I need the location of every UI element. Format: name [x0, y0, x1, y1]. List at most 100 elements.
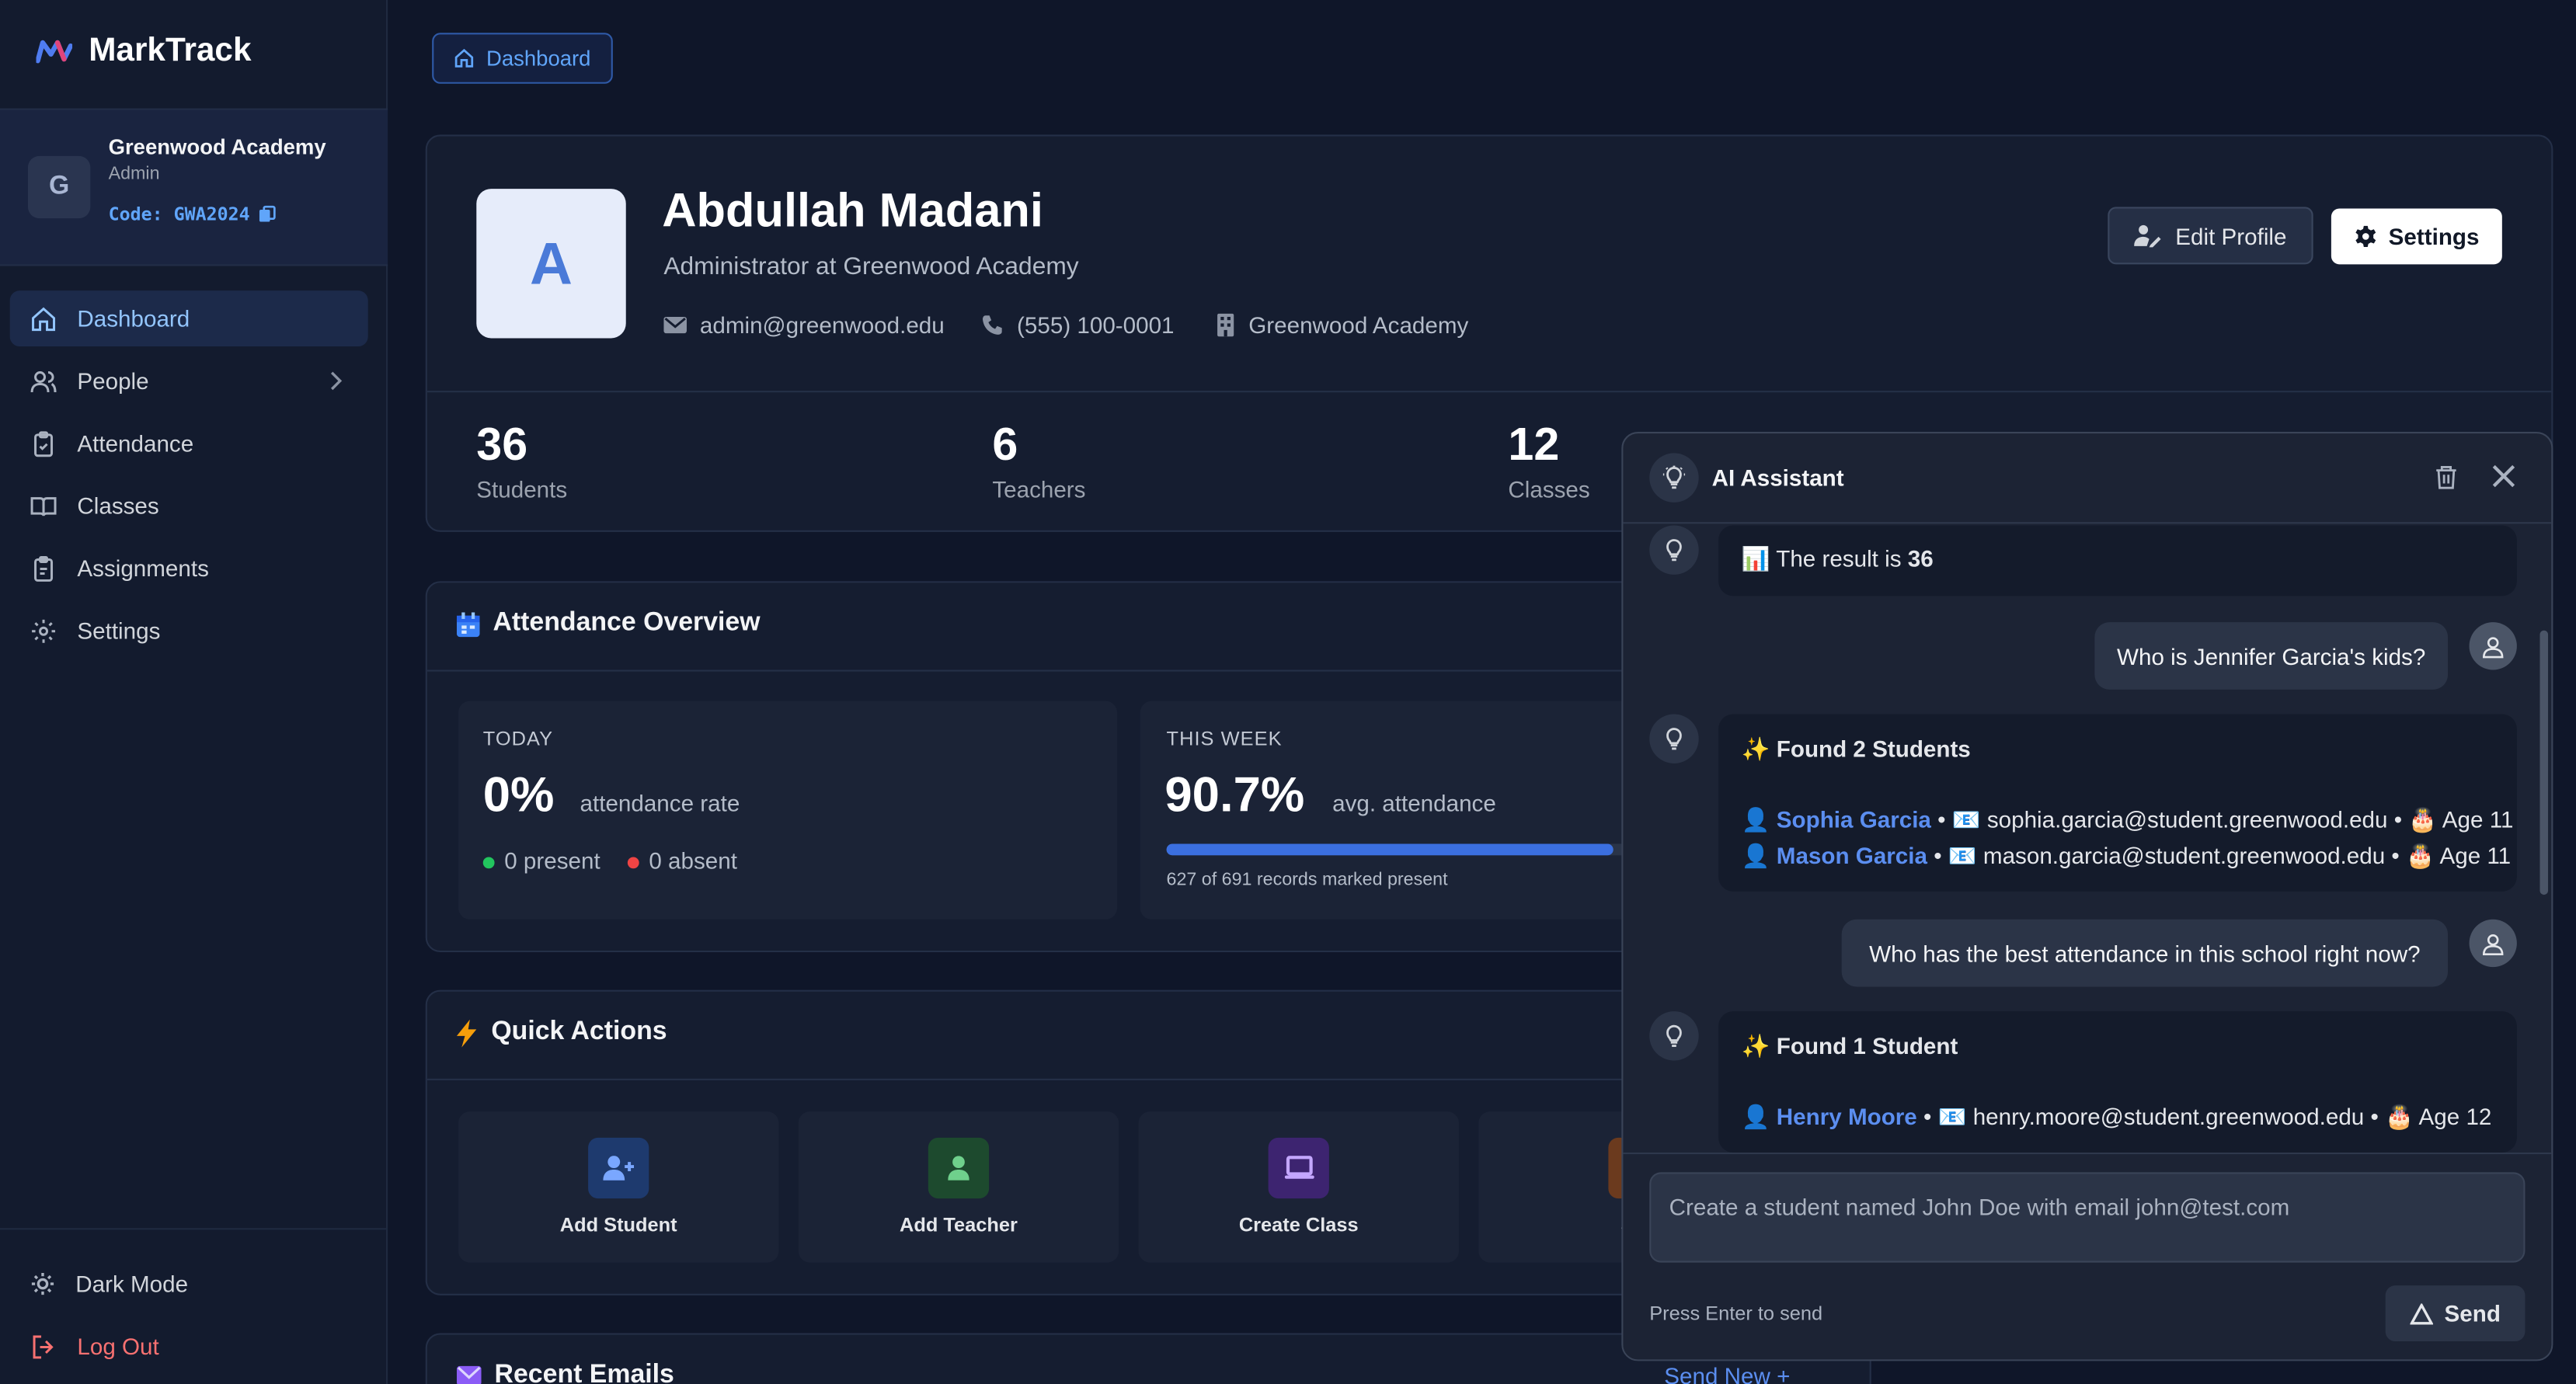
- student-row: 👤 Mason Garcia • 📧 mason.garcia@student.…: [1741, 842, 2512, 869]
- attendance-today-value: 0%: [482, 768, 555, 823]
- sidebar-item-attendance[interactable]: Attendance: [10, 416, 368, 471]
- attendance-week-value: 90.7%: [1164, 768, 1305, 823]
- logout-icon: [30, 1332, 57, 1360]
- sidebar-item-classes[interactable]: Classes: [10, 478, 368, 534]
- calendar-icon: [456, 611, 480, 637]
- sidebar-item-label: People: [77, 367, 149, 395]
- dark-mode-label: Dark Mode: [75, 1271, 189, 1297]
- trash-icon[interactable]: [2433, 463, 2459, 491]
- attendance-absent: 0 absent: [627, 847, 737, 874]
- send-new-link[interactable]: Send New +: [1664, 1363, 1790, 1384]
- clipboard-icon: [30, 554, 57, 582]
- settings-button[interactable]: Settings: [2331, 208, 2502, 265]
- attendance-progress-fill: [1166, 843, 1613, 856]
- ai-message-found-student: ✨ Found 1 Student 👤 Henry Moore • 📧 henr…: [1718, 1011, 2517, 1153]
- users-icon: [30, 367, 57, 395]
- ai-hint: Press Enter to send: [1649, 1302, 1823, 1325]
- book-icon: [30, 492, 57, 520]
- close-icon[interactable]: [2492, 464, 2515, 488]
- user-edit-icon: [2134, 223, 2162, 248]
- attendance-today-desc: attendance rate: [580, 789, 740, 816]
- recent-emails-title: Recent Emails: [456, 1361, 674, 1384]
- sun-icon: [30, 1271, 56, 1297]
- send-action-button[interactable]: Sen: [1478, 1111, 1643, 1263]
- add-student-label: Add Student: [559, 1213, 677, 1236]
- profile-name: Abdullah Madani: [662, 185, 1043, 238]
- chevron-right-icon: [325, 370, 345, 393]
- ai-chat-input[interactable]: Create a student named John Doe with ema…: [1649, 1172, 2526, 1263]
- create-class-button[interactable]: Create Class: [1138, 1111, 1459, 1263]
- ai-bot-avatar: [1649, 525, 1699, 575]
- user-avatar-icon: [2469, 919, 2517, 968]
- ai-result-value: 36: [1907, 544, 1934, 572]
- org-code-text: Code: GWA2024: [108, 203, 250, 225]
- gear-icon: [30, 617, 57, 645]
- student-age: Age 11: [2442, 805, 2514, 833]
- mail-icon: [663, 315, 687, 335]
- org-code[interactable]: Code: GWA2024: [108, 203, 277, 225]
- attendance-present: 0 present: [482, 847, 600, 874]
- org-name: Greenwood Academy: [108, 134, 326, 160]
- profile-subtitle: Administrator at Greenwood Academy: [663, 252, 1079, 281]
- sidebar-item-label: Attendance: [77, 429, 194, 457]
- student-link[interactable]: Mason Garcia: [1777, 842, 1927, 868]
- sidebar-item-settings[interactable]: Settings: [10, 603, 368, 659]
- profile-school: Greenwood Academy: [1216, 312, 1468, 338]
- user-avatar-icon: [2469, 622, 2517, 670]
- ai-assistant-panel: AI Assistant 📊 The result is 36 Who is J…: [1621, 431, 2553, 1361]
- settings-label: Settings: [2388, 223, 2480, 250]
- attendance-today-box: [458, 701, 1118, 920]
- sidebar-item-label: Classes: [77, 492, 159, 519]
- attendance-today-caption: TODAY: [482, 727, 554, 751]
- add-teacher-button[interactable]: Add Teacher: [798, 1111, 1119, 1263]
- student-row: 👤 Henry Moore • 📧 henry.moore@student.gr…: [1741, 1103, 2492, 1130]
- send-new-label: Send New: [1664, 1362, 1770, 1384]
- profile-phone: (555) 100-0001: [981, 311, 1175, 339]
- send-label: Send: [2444, 1300, 2501, 1327]
- breadcrumb[interactable]: Dashboard: [432, 33, 612, 84]
- send-button[interactable]: Send: [2385, 1285, 2526, 1342]
- copy-icon[interactable]: [258, 205, 276, 223]
- absent-dot: [627, 857, 639, 869]
- profile-phone-text: (555) 100-0001: [1017, 311, 1175, 339]
- found-title: ✨ Found 2 Students: [1741, 735, 1971, 762]
- recent-emails-title-text: Recent Emails: [494, 1361, 674, 1384]
- send-icon: [2410, 1302, 2433, 1324]
- user-message: Who has the best attendance in this scho…: [1841, 919, 2449, 987]
- sidebar-item-assignments[interactable]: Assignments: [10, 540, 368, 596]
- absent-text: 0 absent: [649, 847, 737, 874]
- quick-actions-title: Quick Actions: [455, 1018, 667, 1048]
- student-email: sophia.garcia@student.greenwood.edu: [1986, 805, 2388, 833]
- chat-scrollbar[interactable]: [2539, 630, 2549, 895]
- brand[interactable]: MarkTrack: [36, 30, 251, 72]
- sidebar-item-people[interactable]: People: [10, 353, 368, 409]
- home-icon: [454, 47, 475, 68]
- profile-email-text: admin@greenwood.edu: [699, 311, 945, 339]
- mail-icon: [456, 1365, 482, 1384]
- user-message: Who is Jennifer Garcia's kids?: [2094, 622, 2449, 690]
- student-link[interactable]: Henry Moore: [1777, 1104, 1917, 1130]
- org-avatar: G: [27, 155, 91, 219]
- edit-profile-button[interactable]: Edit Profile: [2108, 207, 2313, 265]
- dark-mode-toggle[interactable]: Dark Mode: [10, 1256, 368, 1312]
- student-row: 👤 Sophia Garcia • 📧 sophia.garcia@studen…: [1741, 805, 2514, 833]
- student-email: henry.moore@student.greenwood.edu: [1972, 1103, 2365, 1130]
- present-dot: [482, 857, 495, 869]
- attendance-week-desc: avg. attendance: [1332, 789, 1496, 816]
- sidebar-item-dashboard[interactable]: Dashboard: [9, 290, 368, 347]
- logout-button[interactable]: Log Out: [10, 1318, 368, 1374]
- add-student-button[interactable]: Add Student: [458, 1111, 779, 1263]
- building-icon: [1216, 313, 1235, 337]
- logout-label: Log Out: [77, 1333, 159, 1360]
- student-age: Age 11: [2439, 842, 2512, 869]
- attendance-progress-bar: [1166, 843, 1659, 856]
- ai-header: AI Assistant: [1623, 433, 2552, 524]
- profile-email: admin@greenwood.edu: [663, 311, 945, 339]
- quick-actions-title-text: Quick Actions: [491, 1017, 667, 1046]
- phone-icon: [981, 314, 1004, 337]
- student-link[interactable]: Sophia Garcia: [1777, 806, 1931, 833]
- create-class-label: Create Class: [1238, 1213, 1359, 1236]
- profile-divider: [426, 391, 2552, 393]
- home-icon: [30, 304, 57, 332]
- ai-bot-avatar: [1649, 714, 1699, 763]
